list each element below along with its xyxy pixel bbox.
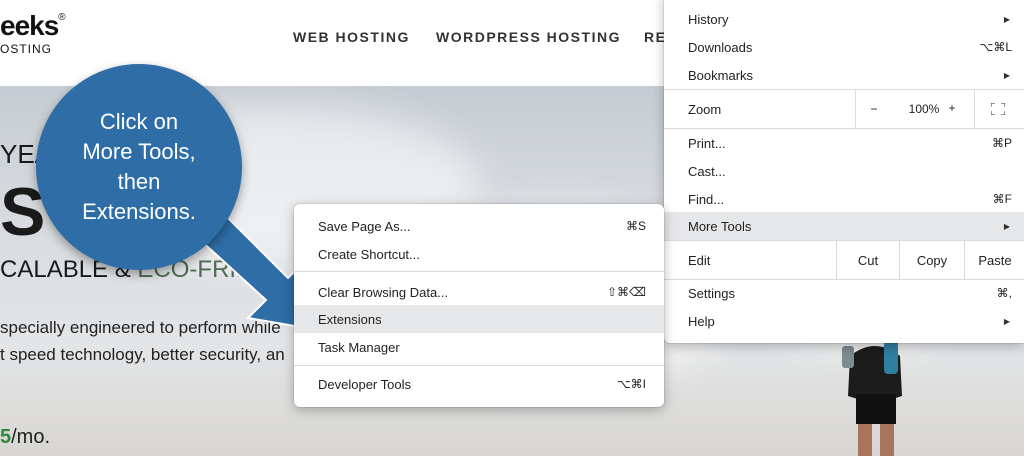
cut-button[interactable]: Cut [837,253,899,268]
menu-item-find[interactable]: Find... ⌘F [664,185,1024,213]
submenu-arrow-icon: ▶ [1003,221,1010,231]
menu-divider [855,90,856,128]
hero-price: 5/mo. [0,426,51,448]
menu-item-settings[interactable]: Settings ⌘, [664,279,1024,307]
menu-item-cast[interactable]: Cast... [664,157,1024,185]
menu-item-more-tools[interactable]: More Tools ▶ [664,212,1024,240]
menu-divider [294,271,664,272]
menu-item-history[interactable]: History ▶ [664,5,1024,33]
submenu-arrow-icon: ▶ [1003,316,1010,326]
submenu-arrow-icon: ▶ [1003,14,1010,24]
menu-item-clear-browsing-data[interactable]: Clear Browsing Data... ⇧⌘⌫ [294,278,664,306]
menu-divider [294,365,664,366]
zoom-in-button[interactable]: + [942,101,962,115]
menu-item-create-shortcut[interactable]: Create Shortcut... [294,240,664,268]
menu-item-downloads[interactable]: Downloads ⌥⌘L [664,33,1024,61]
menu-item-extensions[interactable]: Extensions [294,305,664,333]
menu-item-save-page[interactable]: Save Page As... ⌘S [294,212,664,240]
menu-divider [974,90,975,128]
zoom-out-button[interactable]: − [864,102,884,116]
menu-divider [664,89,1024,90]
menu-item-task-manager[interactable]: Task Manager [294,333,664,361]
menu-divider [664,240,1024,241]
fullscreen-icon[interactable] [991,103,1005,115]
nav-wordpress-hosting[interactable]: WORDPRESS HOSTING [436,29,621,45]
menu-item-print[interactable]: Print... ⌘P [664,129,1024,157]
submenu-arrow-icon: ▶ [1003,70,1010,80]
menu-item-bookmarks[interactable]: Bookmarks ▶ [664,61,1024,89]
menu-item-developer-tools[interactable]: Developer Tools ⌥⌘I [294,370,664,398]
paste-button[interactable]: Paste [965,253,1024,268]
menu-item-help[interactable]: Help ▶ [664,307,1024,335]
callout-bubble: Click on More Tools, then Extensions. [36,64,242,270]
chrome-main-menu: History ▶ Downloads ⌥⌘L Bookmarks ▶ Zoom… [664,0,1024,343]
hiker-image [842,340,902,456]
copy-button[interactable]: Copy [900,253,964,268]
menu-item-zoom: Zoom [688,101,722,117]
more-tools-submenu: Save Page As... ⌘S Create Shortcut... Cl… [294,204,664,407]
